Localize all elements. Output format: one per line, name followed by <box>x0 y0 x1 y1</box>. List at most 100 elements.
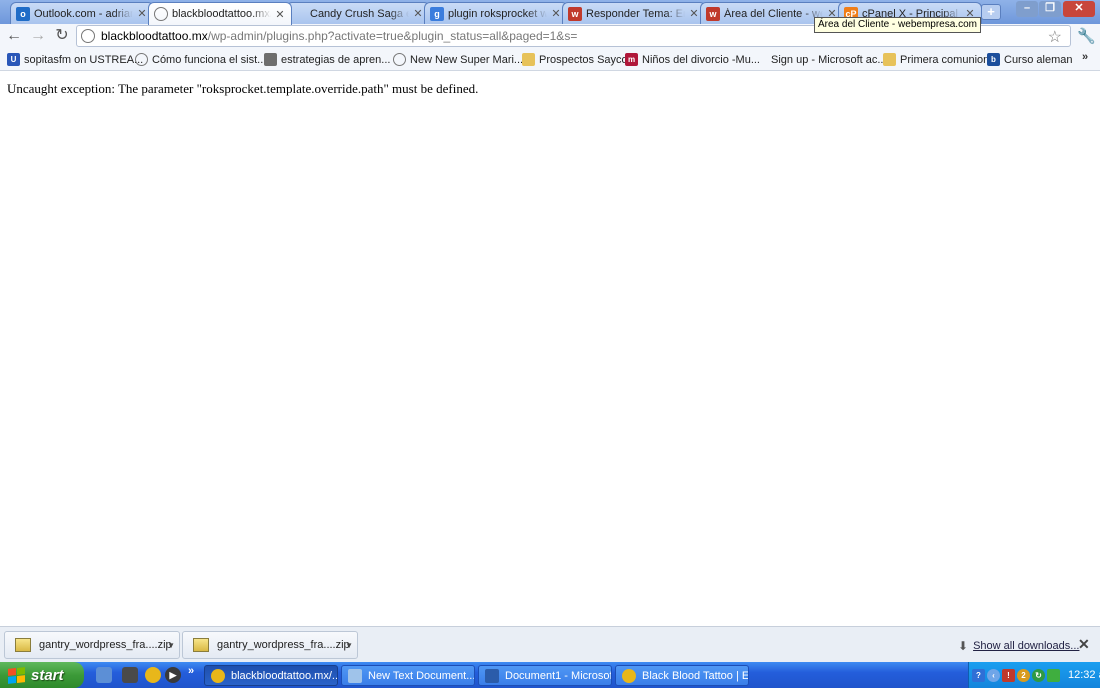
bookmark-label: estrategias de apren... <box>281 53 391 66</box>
word-icon <box>485 668 499 683</box>
bookmark-label: Sign up - Microsoft ac... <box>771 53 887 66</box>
bookmark-star-icon[interactable]: ☆ <box>1048 27 1062 47</box>
microsoft-icon <box>754 53 767 66</box>
wifi-icon[interactable] <box>1047 668 1060 682</box>
tab-title: Candy Crush Saga en F <box>310 7 409 20</box>
download-shelf: gantry_wordpress_fra....zip ▼ gantry_wor… <box>0 626 1100 662</box>
windows-taskbar: start ▶ » blackbloodtattoo.mx/... New Te… <box>0 662 1100 688</box>
close-icon[interactable]: ✕ <box>551 7 561 20</box>
bookmark-item[interactable]: estrategias de apren... <box>264 51 390 68</box>
maximize-button[interactable]: ❐ <box>1039 1 1061 17</box>
taskbar-item-chrome-2[interactable]: Black Blood Tattoo | E... <box>615 665 749 686</box>
folder-icon <box>883 53 896 66</box>
ustream-icon: U <box>7 53 20 66</box>
download-item[interactable]: gantry_wordpress_fra....zip ▼ <box>182 631 358 659</box>
page-icon <box>81 29 95 43</box>
webempresa-icon: w <box>568 6 582 21</box>
tab-title: Área del Cliente - webe <box>724 7 823 20</box>
task-label: blackbloodtattoo.mx/... <box>231 669 337 682</box>
close-icon[interactable]: ✕ <box>689 7 699 20</box>
tab-blackbloodtattoo[interactable]: blackbloodtattoo.mx/wp ✕ <box>148 2 292 25</box>
update-icon[interactable]: ↻ <box>1032 668 1045 682</box>
task-label: Document1 - Microsof... <box>505 669 611 682</box>
back-arrow-icon[interactable]: ‹ <box>987 668 1000 682</box>
wrench-menu-icon[interactable]: 🔧 <box>1077 27 1096 45</box>
download-filename: gantry_wordpress_fra....zip <box>39 639 172 651</box>
zip-file-icon <box>193 638 209 652</box>
bookmark-item[interactable]: Prospectos Sayco <box>522 51 628 68</box>
bookmarks-overflow-button[interactable]: » <box>1082 51 1088 63</box>
bookmark-item[interactable]: m Niños del divorcio -Mu... <box>625 51 760 68</box>
tab-tooltip: Área del Cliente - webempresa.com <box>814 17 981 33</box>
tab-title: Outlook.com - adriana_ <box>34 7 133 20</box>
clock[interactable]: 12:32 a.m. <box>1068 669 1100 681</box>
tab-title: Responder Tema: Error <box>586 7 685 20</box>
start-button[interactable]: start <box>0 662 84 688</box>
bookmark-label: Primera comunion <box>900 53 990 66</box>
media-player-icon[interactable]: ▶ <box>165 667 181 683</box>
bookmark-item[interactable]: New New Super Mari... <box>393 51 523 68</box>
close-icon[interactable]: ✕ <box>1078 636 1090 653</box>
globe-icon <box>154 7 168 21</box>
bookmark-label: Niños del divorcio -Mu... <box>642 53 760 66</box>
candy-crush-icon <box>292 7 306 21</box>
chevron-down-icon[interactable]: ▼ <box>345 641 353 650</box>
chevron-down-icon[interactable]: ▼ <box>167 641 175 650</box>
tab-outlook[interactable]: o Outlook.com - adriana_ ✕ <box>10 2 154 24</box>
tab-responder-tema[interactable]: w Responder Tema: Error ✕ <box>562 2 706 24</box>
show-all-downloads[interactable]: ⬇ Show all downloads... <box>958 639 1079 653</box>
chrome-icon <box>211 668 225 683</box>
dvd-icon[interactable] <box>122 667 138 683</box>
page-content: Uncaught exception: The parameter "roksp… <box>0 72 1100 626</box>
taskbar-item-chrome[interactable]: blackbloodtattoo.mx/... <box>204 665 338 686</box>
bookmark-item[interactable]: Cómo funciona el sist... <box>135 51 266 68</box>
window-close-button[interactable]: ✕ <box>1063 1 1095 17</box>
forward-button[interactable]: → <box>28 27 48 45</box>
chrome-icon <box>622 668 636 683</box>
new-tab-button[interactable]: + <box>981 4 1001 20</box>
antivirus-icon[interactable]: ! <box>1002 668 1015 682</box>
bookmark-item[interactable]: U sopitasfm on USTREA... <box>7 51 143 68</box>
reload-button[interactable]: ↻ <box>52 27 72 45</box>
bookmarks-bar: U sopitasfm on USTREA... Cómo funciona e… <box>0 48 1100 71</box>
chrome-icon[interactable] <box>145 667 161 683</box>
task-label: Black Blood Tattoo | E... <box>642 669 748 682</box>
b-logo-icon: b <box>987 53 1000 66</box>
bookmark-label: Prospectos Sayco <box>539 53 628 66</box>
download-arrow-icon: ⬇ <box>958 639 969 653</box>
bookmark-item[interactable]: Primera comunion <box>883 51 989 68</box>
minimize-button[interactable]: – <box>1016 1 1038 17</box>
bookmark-label: Curso aleman <box>1004 53 1073 66</box>
tab-title: plugin roksprocket web <box>448 7 547 20</box>
download-item[interactable]: gantry_wordpress_fra....zip ▼ <box>4 631 180 659</box>
show-desktop-icon[interactable] <box>96 667 112 683</box>
m-logo-icon: m <box>625 53 638 66</box>
help-icon[interactable]: ? <box>972 668 985 682</box>
taskbar-item-notepad[interactable]: New Text Document.... <box>341 665 475 686</box>
bookmark-label: Cómo funciona el sist... <box>152 53 267 66</box>
bookmark-item[interactable]: b Curso aleman <box>987 51 1072 68</box>
bookmark-label: sopitasfm on USTREA... <box>24 53 144 66</box>
document-icon <box>264 53 277 66</box>
taskbar-item-word[interactable]: Document1 - Microsof... <box>478 665 612 686</box>
windows-logo-icon <box>8 666 25 684</box>
url-text: blackbloodtattoo.mx/wp-admin/plugins.php… <box>101 29 578 43</box>
tab-title: blackbloodtattoo.mx/wp <box>172 8 271 20</box>
back-button[interactable]: ← <box>4 27 24 45</box>
notification-icon[interactable]: 2 <box>1017 668 1030 682</box>
folder-icon <box>522 53 535 66</box>
show-all-downloads-link[interactable]: Show all downloads... <box>973 640 1079 652</box>
globe-icon <box>393 53 406 66</box>
quick-launch-overflow[interactable]: » <box>188 665 194 677</box>
close-icon[interactable]: ✕ <box>275 8 285 21</box>
tab-plugin-search[interactable]: g plugin roksprocket web ✕ <box>424 2 568 24</box>
google-search-icon: g <box>430 6 444 21</box>
close-icon[interactable]: ✕ <box>137 7 147 20</box>
bookmark-item[interactable]: Sign up - Microsoft ac... <box>754 51 887 68</box>
zip-file-icon <box>15 638 31 652</box>
system-tray: ? ‹ ! 2 ↻ 12:32 a.m. <box>968 662 1100 688</box>
close-icon[interactable]: ✕ <box>413 7 423 20</box>
tab-candy-crush[interactable]: Candy Crush Saga en F ✕ <box>286 2 430 24</box>
error-message: Uncaught exception: The parameter "roksp… <box>7 81 479 96</box>
bookmark-label: New New Super Mari... <box>410 53 524 66</box>
